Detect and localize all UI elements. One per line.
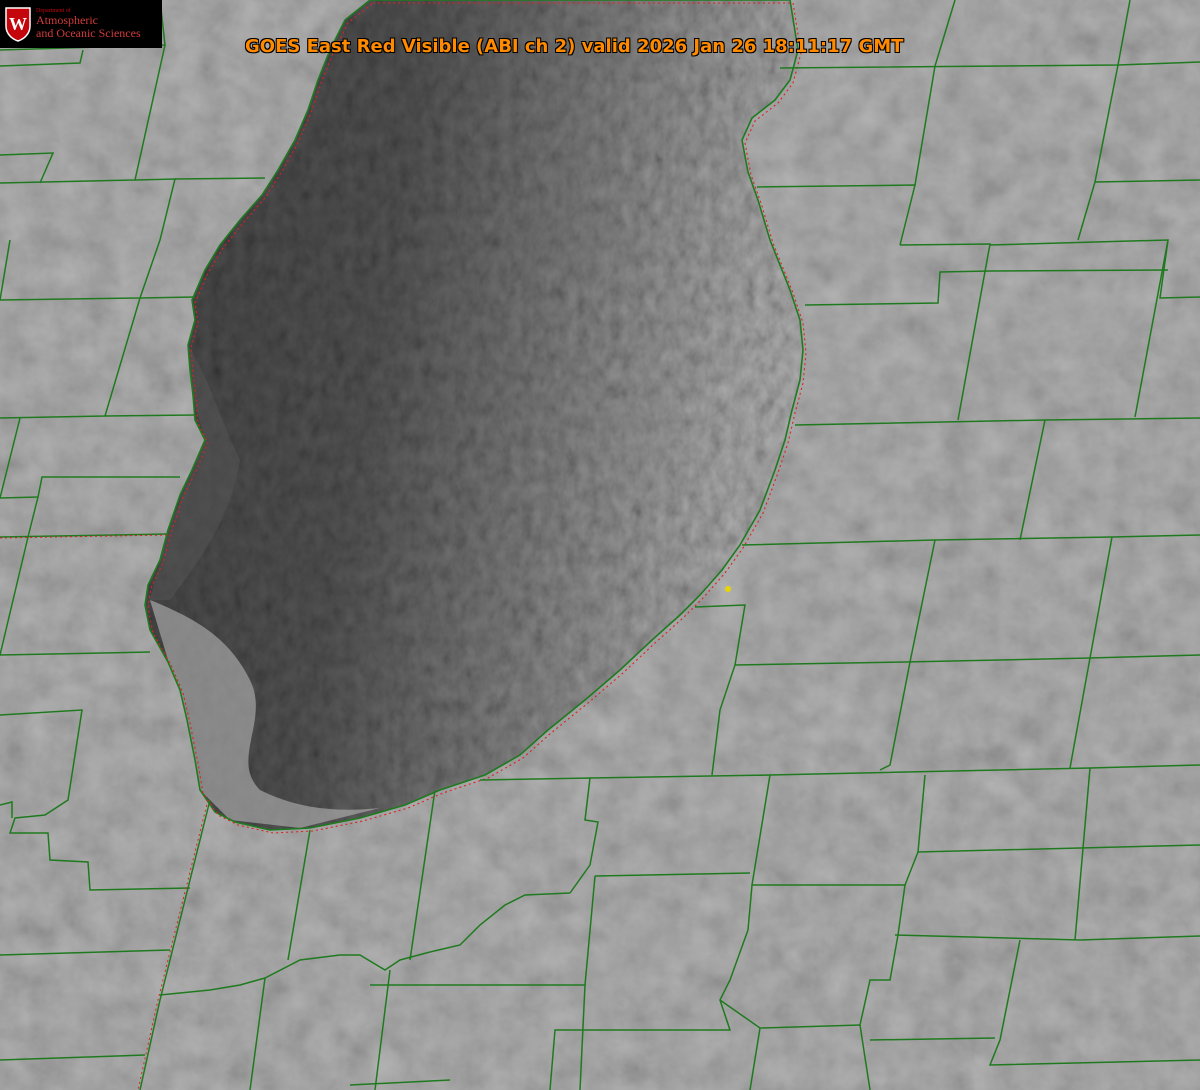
svg-text:W: W xyxy=(9,14,27,34)
location-marker xyxy=(725,586,731,592)
image-title: GOES East Red Visible (ABI ch 2) valid 2… xyxy=(245,36,904,57)
logo-line-2: and Oceanic Sciences xyxy=(36,26,141,40)
satellite-map xyxy=(0,0,1200,1090)
crest-icon: W xyxy=(5,7,31,42)
university-logo: W Department of Atmospheric and Oceanic … xyxy=(0,0,162,48)
